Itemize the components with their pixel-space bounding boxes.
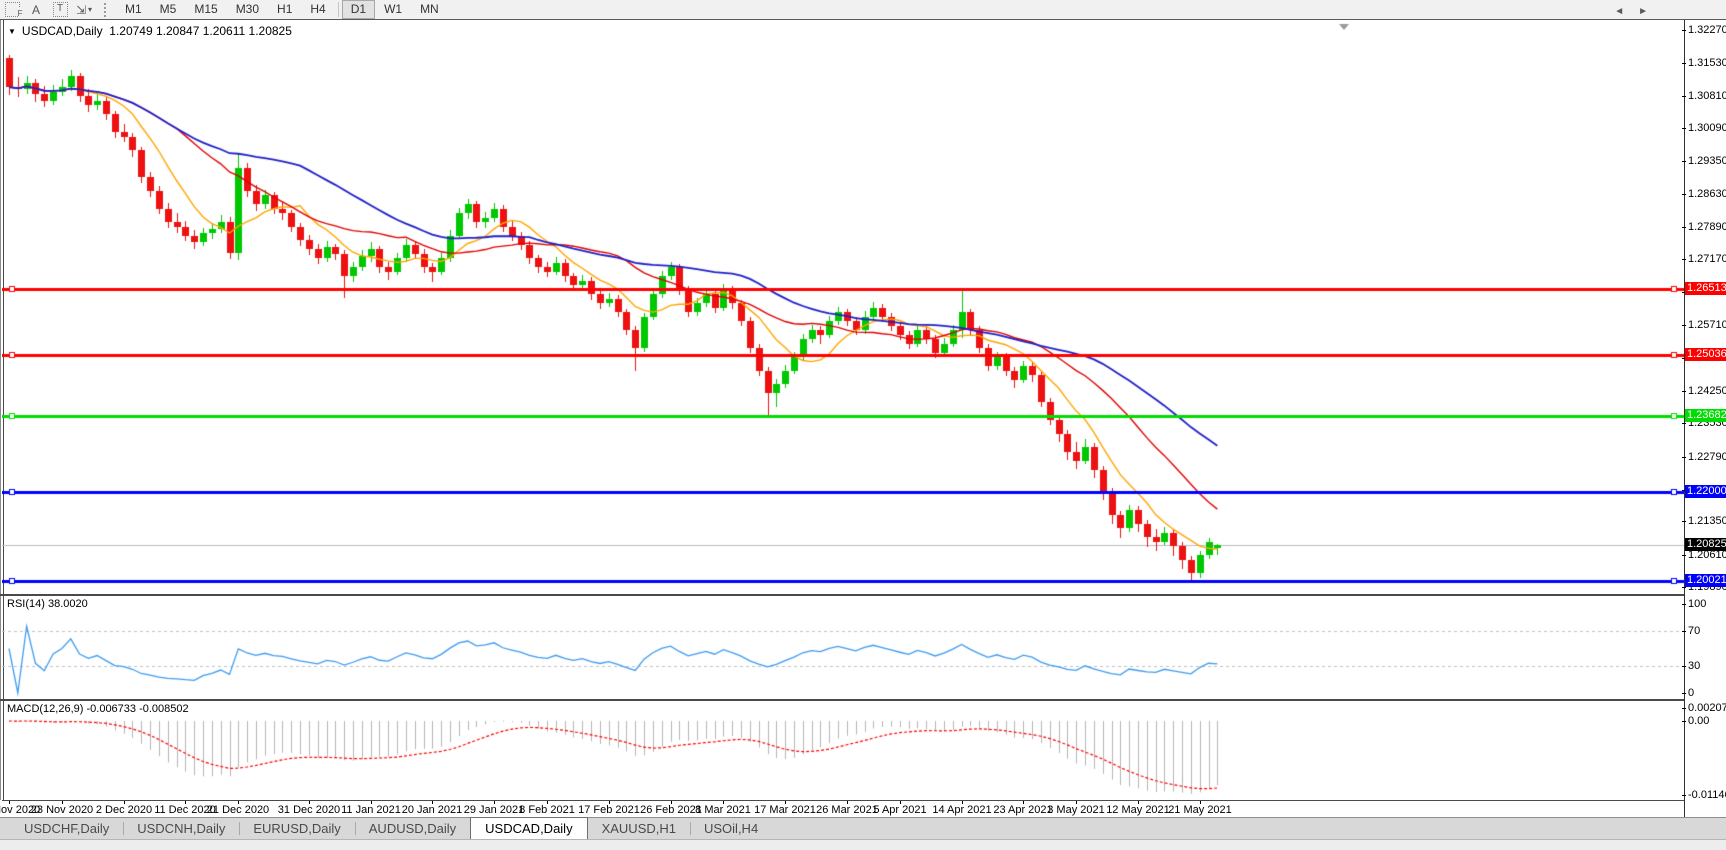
rsi-chart-canvas[interactable] bbox=[2, 596, 1684, 699]
chart-tab-usdcad-daily[interactable]: USDCAD,Daily bbox=[470, 817, 588, 839]
arrows-icon: ⇲ bbox=[75, 2, 87, 17]
timeframe-button-d1[interactable]: D1 bbox=[341, 0, 376, 19]
price-line-badge: 1.22000 bbox=[1685, 485, 1726, 499]
rsi-label: RSI(14) bbox=[7, 598, 45, 610]
status-bar bbox=[0, 839, 1726, 850]
price-chart-canvas[interactable] bbox=[2, 21, 1684, 594]
price-axis-label: 1.22790 bbox=[1682, 450, 1726, 463]
text-label-icon: A bbox=[31, 2, 40, 17]
date-axis-label: 21 May 2021 bbox=[1168, 804, 1232, 816]
price-line-badge: 1.20825 bbox=[1685, 537, 1726, 551]
macd-axis-label: 0.002074 bbox=[1682, 702, 1726, 715]
chart-tab-usdchf-daily[interactable]: USDCHF,Daily bbox=[10, 818, 123, 839]
date-axis-label: 21 Dec 2020 bbox=[206, 804, 270, 816]
chevron-down-icon: ▾ bbox=[88, 5, 93, 14]
price-axis-label: 1.31530 bbox=[1682, 57, 1726, 70]
timeframe-button-m5[interactable]: M5 bbox=[151, 0, 186, 19]
chart-tab-usoil-h4[interactable]: USOil,H4 bbox=[690, 818, 772, 839]
price-line-badge: 1.26513 bbox=[1685, 282, 1726, 296]
price-axis-label: 1.28630 bbox=[1682, 187, 1726, 200]
timeframe-button-h1[interactable]: H1 bbox=[268, 0, 301, 19]
chart-symbol-period: USDCAD,Daily bbox=[21, 24, 103, 38]
timeframe-button-mn[interactable]: MN bbox=[411, 0, 448, 19]
price-axis-label: 1.32270 bbox=[1682, 23, 1726, 36]
rsi-axis-label: 70 bbox=[1681, 624, 1701, 637]
price-axis-label: 1.24250 bbox=[1682, 384, 1726, 397]
tab-scroll-right-icon[interactable]: ► bbox=[1638, 6, 1648, 17]
macd-axis-label: -0.011465 bbox=[1682, 789, 1726, 802]
price-axis-label: 1.27890 bbox=[1682, 221, 1726, 234]
text-box-icon: T bbox=[52, 2, 68, 17]
chart-tab-audusd-daily[interactable]: AUDUSD,Daily bbox=[354, 818, 470, 839]
snap-grid-button[interactable]: F bbox=[1, 1, 23, 20]
chart-tab-eurusd-daily[interactable]: EURUSD,Daily bbox=[239, 818, 354, 839]
price-axis-label: 1.30810 bbox=[1682, 89, 1726, 102]
macd-panel: MACD(12,26,9) -0.006733 -0.008502 bbox=[2, 701, 1684, 800]
macd-label-row: MACD(12,26,9) -0.006733 -0.008502 bbox=[7, 703, 189, 715]
rsi-axis-label: 30 bbox=[1681, 660, 1701, 673]
rsi-axis-label: 0 bbox=[1681, 687, 1695, 699]
price-axis-label: 1.30090 bbox=[1682, 122, 1726, 135]
chart-tab-xauusd-h1[interactable]: XAUUSD,H1 bbox=[588, 818, 690, 839]
chart-title: ▼ USDCAD,Daily 1.20749 1.20847 1.20611 1.… bbox=[8, 24, 292, 38]
price-axis[interactable]: 1.32270 1.31530 1.30810 1.30090 1.29350 1.286… bbox=[1681, 20, 1726, 818]
top-toolbar: F A T ⇲ ▾ M1 M5 M15 M30 H1 H4 D1 W1 MN bbox=[0, 0, 1726, 20]
timeframe-buttons: M1 M5 M15 M30 H1 H4 D1 W1 MN bbox=[116, 0, 448, 19]
price-line-badge: 1.25036 bbox=[1685, 348, 1726, 362]
price-line-badge: 1.23682 bbox=[1685, 409, 1726, 423]
chart-ohlc-readout: 1.20749 1.20847 1.20611 1.20825 bbox=[109, 24, 292, 38]
chart-tab-bar: USDCHF,Daily USDCNH,Daily EURUSD,Daily AUDU… bbox=[0, 817, 1726, 839]
price-axis-label: 1.25710 bbox=[1682, 319, 1726, 332]
macd-chart-canvas[interactable] bbox=[2, 701, 1684, 800]
text-label-button[interactable]: A bbox=[25, 1, 47, 18]
timeframe-button-m15[interactable]: M15 bbox=[185, 0, 226, 19]
arrows-tool-button[interactable]: ⇲ ▾ bbox=[73, 1, 95, 18]
macd-axis-label: 0.00 bbox=[1681, 715, 1710, 727]
rsi-label-row: RSI(14) 38.0020 bbox=[7, 598, 88, 610]
toolbar-grip[interactable] bbox=[104, 2, 110, 17]
price-axis-label: 1.29350 bbox=[1682, 155, 1726, 168]
snap-grid-icon: F bbox=[4, 2, 23, 20]
price-axis-label: 1.27170 bbox=[1682, 253, 1726, 266]
price-axis-label: 1.21350 bbox=[1682, 515, 1726, 528]
tab-scroll-left-icon[interactable]: ◄ bbox=[1614, 6, 1624, 17]
price-panel: ▼ USDCAD,Daily 1.20749 1.20847 1.20611 1.… bbox=[2, 21, 1684, 594]
macd-values: -0.006733 -0.008502 bbox=[86, 703, 189, 715]
chart-window: ▼ USDCAD,Daily 1.20749 1.20847 1.20611 1.… bbox=[0, 19, 1726, 819]
text-box-button[interactable]: T bbox=[49, 1, 71, 18]
timeframe-button-m30[interactable]: M30 bbox=[227, 0, 268, 19]
tab-scroll-nav: ◄ ► bbox=[1614, 0, 1648, 22]
chart-tab-usdcnh-daily[interactable]: USDCNH,Daily bbox=[123, 818, 239, 839]
chart-menu-arrow-icon[interactable]: ▼ bbox=[8, 27, 16, 36]
timeframe-button-w1[interactable]: W1 bbox=[375, 0, 411, 19]
toolbar-separator bbox=[337, 2, 339, 17]
rsi-value: 38.0020 bbox=[47, 598, 88, 610]
macd-label: MACD(12,26,9) bbox=[7, 703, 84, 715]
timeframe-button-h4[interactable]: H4 bbox=[301, 0, 334, 19]
timeframe-button-m1[interactable]: M1 bbox=[116, 0, 151, 19]
rsi-axis-label: 100 bbox=[1681, 598, 1707, 610]
rsi-panel: RSI(14) 38.0020 bbox=[2, 596, 1684, 699]
price-line-badge: 1.20021 bbox=[1685, 574, 1726, 588]
